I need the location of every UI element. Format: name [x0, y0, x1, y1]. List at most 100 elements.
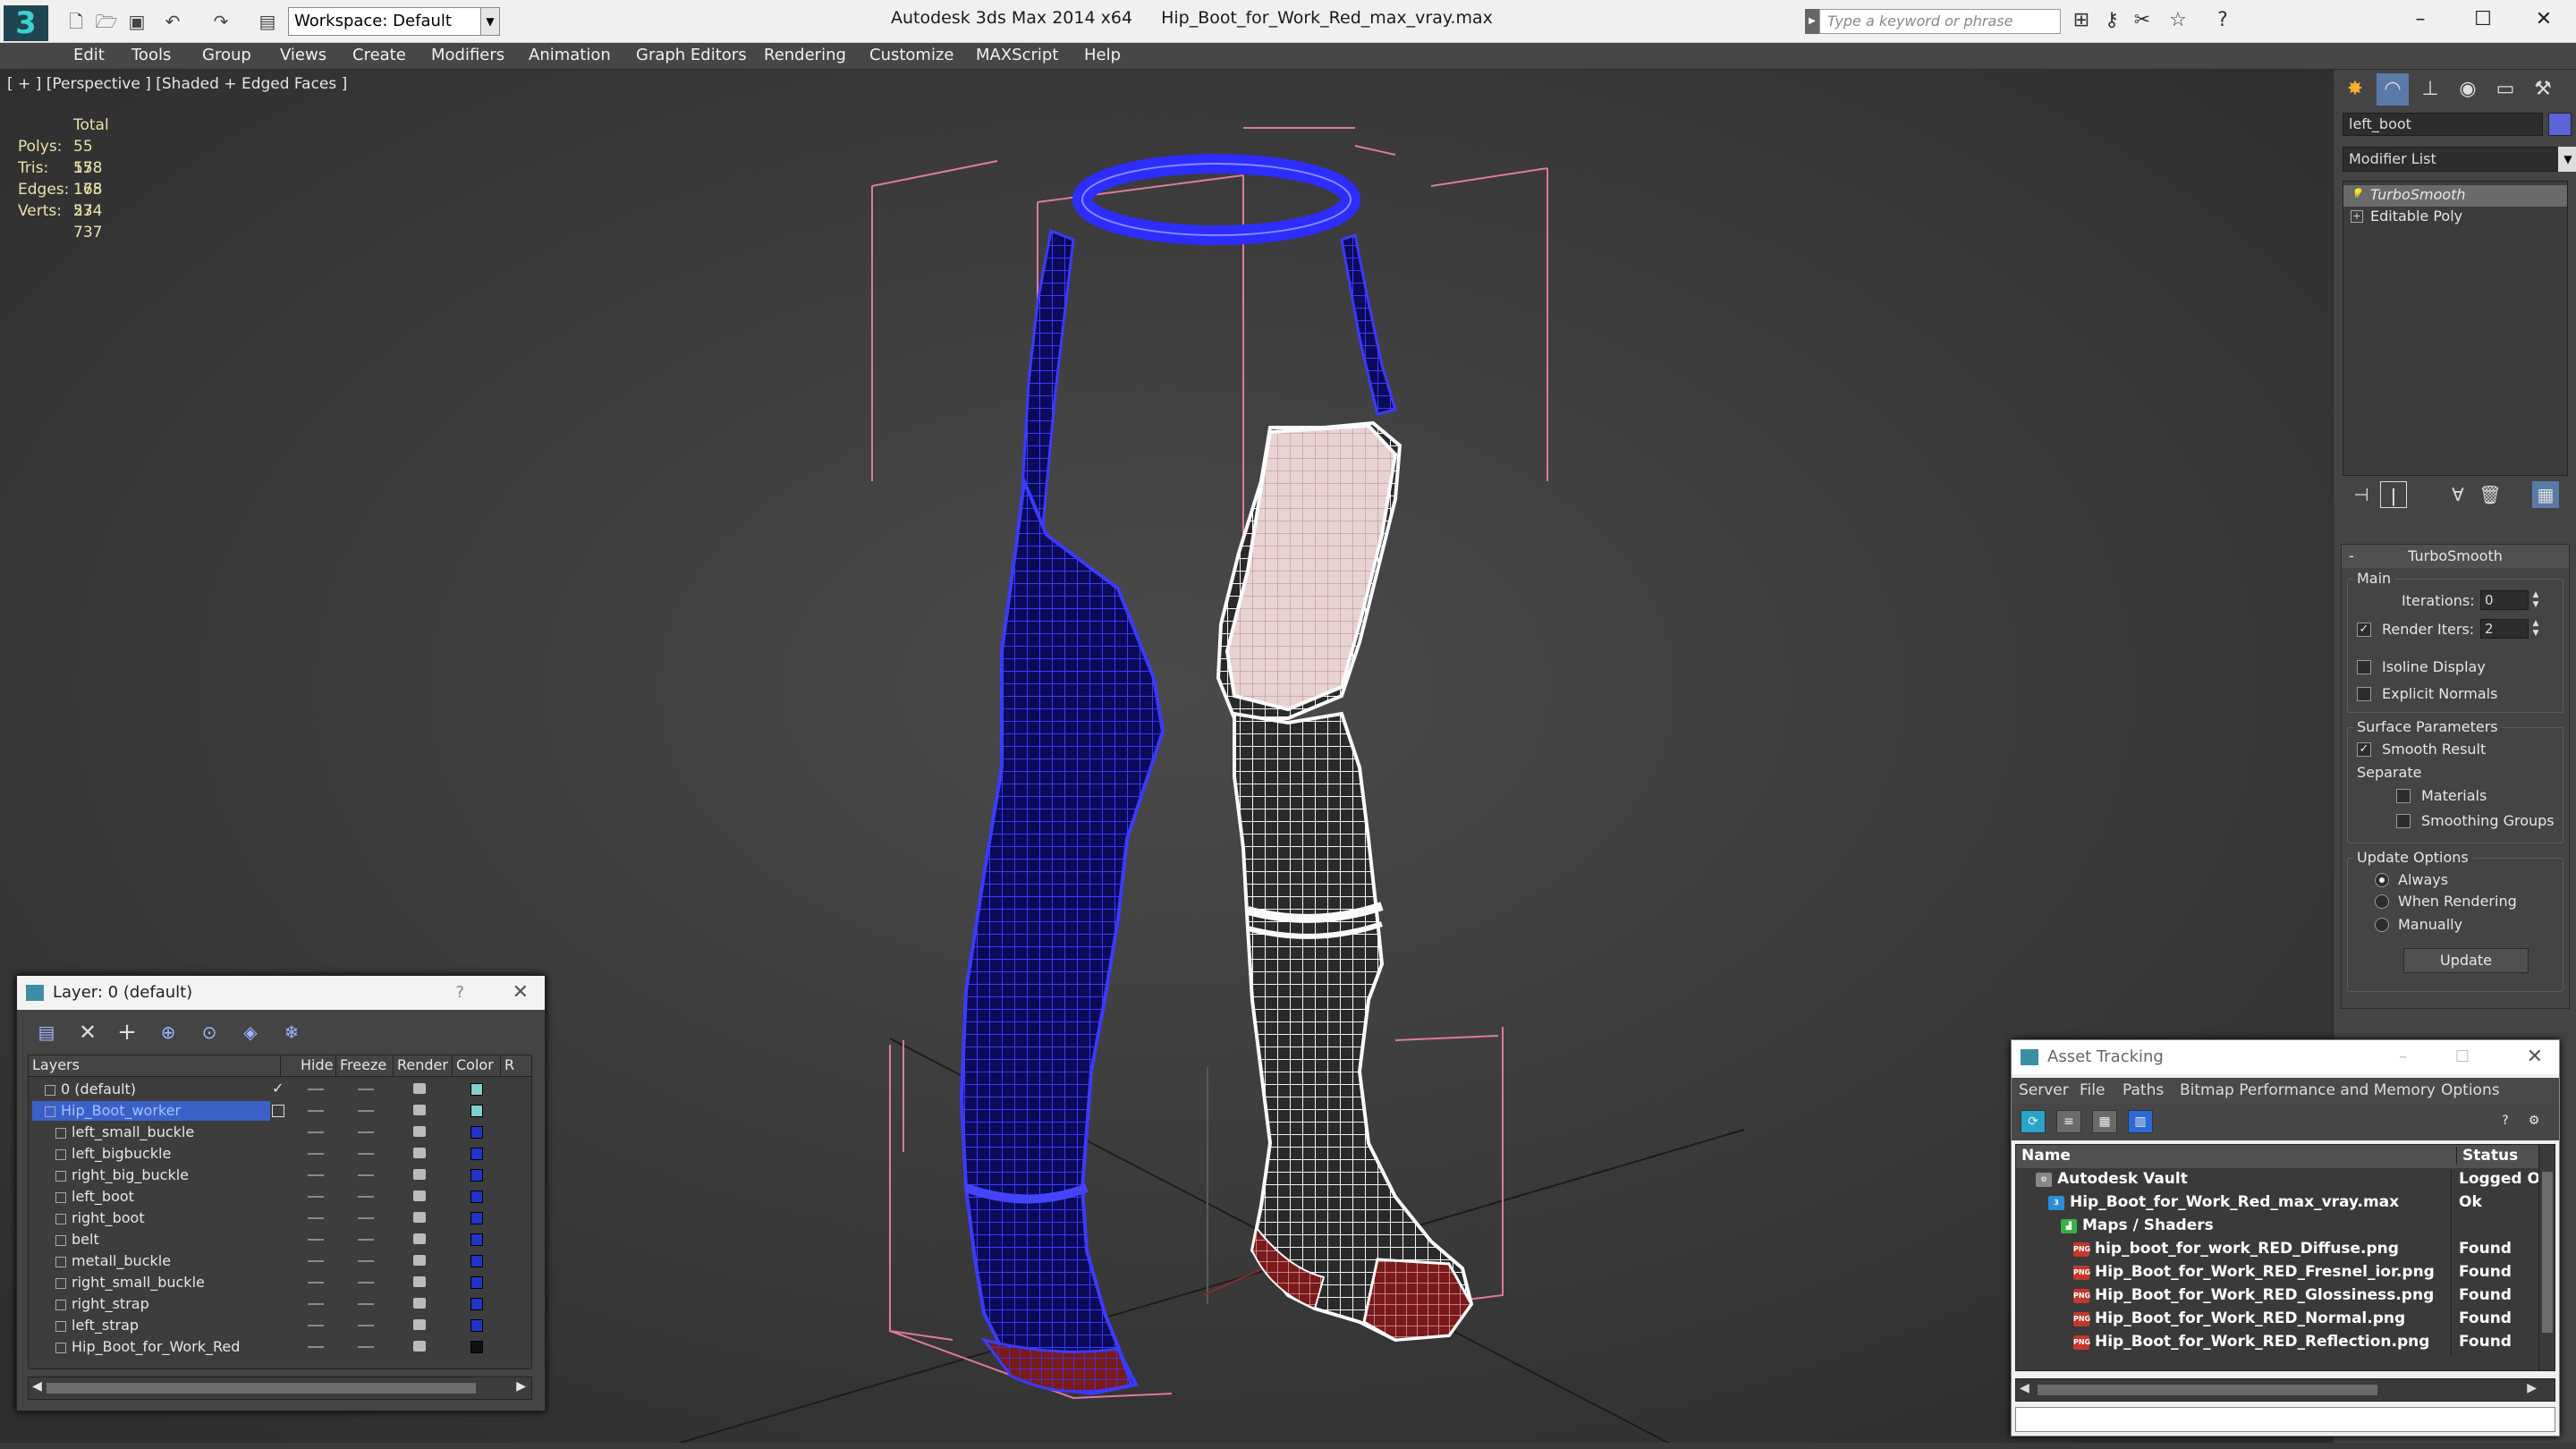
layer-row[interactable]: right_strap	[29, 1293, 531, 1315]
layer-color-swatch[interactable]	[470, 1212, 483, 1224]
minimize-icon[interactable]: –	[2399, 1040, 2407, 1074]
smooth-result-checkbox[interactable]: ✓	[2357, 742, 2371, 757]
layer-name[interactable]: right_strap	[52, 1294, 290, 1314]
scroll-right-icon[interactable]: ▶	[516, 1379, 526, 1394]
thumbnail-view-icon[interactable]: ▦	[2092, 1110, 2117, 1133]
render-teapot-icon[interactable]	[413, 1169, 426, 1180]
render-teapot-icon[interactable]	[413, 1276, 426, 1287]
hierarchy-tab-icon[interactable]: ⊥	[2414, 73, 2446, 106]
menu-customize[interactable]: Customize	[869, 46, 953, 64]
layer-name[interactable]: left_bigbuckle	[52, 1144, 290, 1164]
refresh-icon[interactable]: ⟳	[2021, 1110, 2046, 1133]
asset-row[interactable]: PNG Hip_Boot_for_Work_RED_Normal.png Found	[2016, 1308, 2555, 1333]
smoothing-groups-checkbox[interactable]	[2396, 814, 2411, 828]
col-hide[interactable]: Hide	[297, 1055, 336, 1077]
render-teapot-icon[interactable]	[413, 1191, 426, 1201]
menu-animation[interactable]: Animation	[529, 46, 611, 64]
viewport-label[interactable]: [ + ] [Perspective ] [Shaded + Edged Fac…	[7, 75, 347, 93]
open-file-icon[interactable]: 🗁	[93, 9, 120, 34]
menu-file[interactable]: File	[2080, 1081, 2105, 1099]
hide-toggle[interactable]	[308, 1239, 324, 1241]
undo-icon[interactable]: ↶	[159, 9, 186, 34]
configure-sets-icon[interactable]: ▦	[2532, 481, 2559, 508]
render-teapot-icon[interactable]	[413, 1255, 426, 1266]
scroll-left-icon[interactable]: ◀	[32, 1379, 42, 1394]
object-color-swatch[interactable]	[2548, 113, 2572, 136]
help-button[interactable]: ?	[455, 976, 464, 1010]
col-name[interactable]: Name	[2021, 1147, 2071, 1165]
layer-name[interactable]: 0 (default)	[32, 1080, 270, 1099]
modify-tab-icon[interactable]: ◠	[2377, 73, 2409, 106]
menu-modifiers[interactable]: Modifiers	[431, 46, 504, 64]
layer-row[interactable]: right_small_buckle	[29, 1272, 531, 1293]
layer-row[interactable]: 0 (default) ✓	[29, 1079, 531, 1100]
motion-tab-icon[interactable]: ◉	[2452, 73, 2484, 106]
menu-rendering[interactable]: Rendering	[764, 46, 846, 64]
asset-row[interactable]: PNG Hip_Boot_for_Work_RED_Reflection.png F…	[2016, 1331, 2555, 1356]
lightbulb-icon[interactable]: 💡	[2351, 189, 2363, 201]
layer-row[interactable]: Hip_Boot_worker	[29, 1100, 531, 1122]
render-teapot-icon[interactable]	[413, 1105, 426, 1115]
layer-row[interactable]: left_boot	[29, 1186, 531, 1208]
asset-row[interactable]: PNG hip_boot_for_work_RED_Diffuse.png Foun…	[2016, 1238, 2555, 1263]
freeze-layers-icon[interactable]: ❄	[276, 1019, 307, 1046]
remove-modifier-icon[interactable]: 🗑	[2477, 481, 2504, 508]
render-teapot-icon[interactable]	[413, 1148, 426, 1158]
hide-toggle[interactable]	[308, 1346, 324, 1348]
help-icon[interactable]: ?	[2493, 1110, 2518, 1133]
freeze-toggle[interactable]	[358, 1089, 374, 1090]
maximize-button[interactable]: ☐	[2456, 4, 2510, 36]
layer-name[interactable]: Hip_Boot_worker	[32, 1101, 270, 1121]
save-icon[interactable]: ▣	[123, 9, 150, 34]
manually-radio[interactable]	[2375, 918, 2389, 932]
materials-checkbox[interactable]	[2396, 789, 2411, 803]
hide-toggle[interactable]	[308, 1196, 324, 1198]
key-icon[interactable]: ⚷	[2098, 7, 2125, 34]
hide-toggle[interactable]	[308, 1089, 324, 1090]
tools-icon[interactable]: ✂	[2129, 7, 2156, 34]
layer-row[interactable]: Hip_Boot_for_Work_Red	[29, 1336, 531, 1358]
highlight-layer-icon[interactable]: ◈	[235, 1019, 266, 1046]
render-teapot-icon[interactable]	[413, 1341, 426, 1352]
object-name-field[interactable]: left_boot	[2343, 113, 2543, 136]
layer-color-swatch[interactable]	[470, 1148, 483, 1160]
asset-row[interactable]: PNG Hip_Boot_for_Work_RED_Glossiness.png F…	[2016, 1284, 2555, 1309]
asset-row[interactable]: ⚙ Autodesk Vault Logged Ou	[2016, 1168, 2555, 1193]
render-iters-checkbox[interactable]: ✓	[2357, 623, 2371, 637]
col-color[interactable]: Color	[453, 1055, 501, 1077]
when-rendering-radio[interactable]	[2375, 894, 2389, 909]
asset-horizontal-scrollbar[interactable]: ◀ ▶	[2015, 1378, 2555, 1402]
utilities-tab-icon[interactable]: ⚒	[2527, 73, 2559, 106]
scroll-thumb[interactable]	[2542, 1172, 2553, 1333]
help-options-icon[interactable]: ⚙	[2521, 1110, 2546, 1133]
iterations-spinner[interactable]: 0 ▲ ▼	[2480, 590, 2538, 610]
layer-name[interactable]: right_big_buckle	[52, 1165, 290, 1185]
col-radiosity[interactable]: R	[501, 1055, 531, 1077]
current-layer-check-icon[interactable]: ✓	[272, 1080, 284, 1097]
asset-tracking-titlebar[interactable]: Asset Tracking – ☐ ✕	[2012, 1040, 2559, 1074]
col-freeze[interactable]: Freeze	[336, 1055, 394, 1077]
layer-name[interactable]: right_boot	[52, 1208, 290, 1228]
layer-horizontal-scrollbar[interactable]: ◀ ▶	[28, 1377, 532, 1400]
menu-views[interactable]: Views	[280, 46, 326, 64]
freeze-toggle[interactable]	[358, 1196, 374, 1198]
close-button[interactable]: ✕	[513, 976, 529, 1010]
asset-row[interactable]: PNG Hip_Boot_for_Work_RED_Fresnel_ior.png…	[2016, 1261, 2555, 1286]
asset-vertical-scrollbar[interactable]	[2538, 1145, 2555, 1370]
freeze-toggle[interactable]	[358, 1217, 374, 1219]
asset-row[interactable]: ▟ Maps / Shaders	[2016, 1215, 2555, 1240]
asset-path-field[interactable]	[2015, 1407, 2555, 1432]
stack-item-editable-poly[interactable]: + Editable Poly	[2343, 207, 2567, 228]
new-file-icon[interactable]: 🗋	[63, 9, 89, 34]
chevron-down-icon[interactable]: ▼	[2558, 147, 2576, 172]
search-input[interactable]: Type a keyword or phrase	[1819, 9, 2061, 34]
layer-color-swatch[interactable]	[470, 1083, 483, 1096]
hide-toggle[interactable]	[308, 1110, 324, 1112]
layer-color-swatch[interactable]	[470, 1191, 483, 1203]
close-icon[interactable]: ✕	[2527, 1040, 2543, 1074]
menu-group[interactable]: Group	[202, 46, 251, 64]
render-teapot-icon[interactable]	[413, 1083, 426, 1094]
freeze-toggle[interactable]	[358, 1153, 374, 1155]
modifier-list-dropdown[interactable]: Modifier List ▼	[2343, 147, 2576, 172]
update-button[interactable]: Update	[2403, 948, 2529, 973]
